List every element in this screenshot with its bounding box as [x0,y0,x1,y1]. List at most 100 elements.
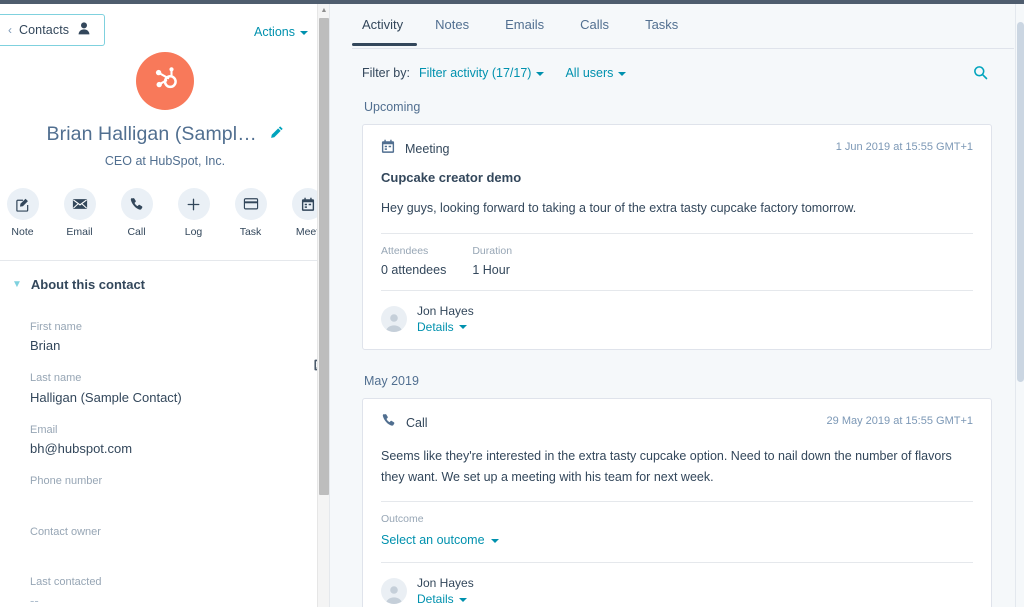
avatar [381,305,407,332]
note-pencil-icon [6,188,39,220]
property-last-contacted: Last contacted -- [30,575,306,607]
card-header: Meeting 1 Jun 2019 at 15:55 GMT+1 [381,139,973,159]
contact-name-row: Brian Halligan (Sample C… [0,123,329,146]
user-filter-label: All users [565,66,614,80]
meeting-meta-row: Attendees 0 attendees Duration 1 Hour [381,234,973,290]
tab-tasks[interactable]: Tasks [627,4,696,46]
property-last-name: Last name Halligan (Sample Contact) [30,371,306,406]
chevron-down-icon [458,325,467,330]
quick-action-label: Log [184,226,203,238]
about-this-contact-header[interactable]: ▼ About this contact [0,261,329,296]
contact-person-icon [78,22,90,38]
meeting-duration: Duration 1 Hour [472,245,512,277]
contact-properties-list: First name Brian Last name Halligan (Sam… [0,296,329,607]
call-activity-card[interactable]: Call 29 May 2019 at 15:55 GMT+1 Seems li… [362,398,992,607]
scroll-up-arrow-icon[interactable]: ▲ [318,4,329,16]
edit-pencil-icon[interactable] [270,125,284,144]
meta-value: 0 attendees [381,262,447,277]
tab-calls[interactable]: Calls [562,4,627,46]
tab-notes[interactable]: Notes [417,4,487,46]
actions-dropdown[interactable]: Actions [254,25,308,39]
tab-label: Activity [362,17,404,32]
sidebar-scrollbar-thumb[interactable] [319,18,329,495]
outcome-value: Select an outcome [381,533,485,548]
property-label: Last contacted [30,576,102,589]
tab-emails[interactable]: Emails [487,4,562,46]
activity-filter-dropdown[interactable]: Filter activity (17/17) [419,66,545,80]
avatar [381,578,407,605]
details-label: Details [417,592,454,607]
filter-by-label: Filter by: [362,66,410,80]
property-label: First name [30,321,82,333]
tab-activity[interactable]: Activity [352,4,418,46]
quick-action-task[interactable]: Task [229,188,273,238]
meeting-owner-row: Jon Hayes Details [381,291,973,349]
call-body: Seems like they're interested in the ext… [381,449,952,484]
chevron-down-icon [300,30,308,35]
property-label: Phone number [30,475,103,488]
back-to-contacts-button[interactable]: ‹ Contacts [0,14,106,46]
activity-filter-label: Filter activity (17/17) [418,66,532,80]
quick-action-note[interactable]: Note [1,188,45,238]
card-type-label: Meeting [405,142,450,156]
property-value[interactable]: Brian [30,337,306,355]
chevron-down-icon [536,71,545,76]
sidebar-scrollbar[interactable]: ▲ [317,4,329,607]
meta-label: Attendees [381,244,429,257]
crm-contact-record-app: ‹ Contacts Actions Brian Halligan (Sampl… [0,4,1024,607]
meeting-body: Hey guys, looking forward to taking a to… [381,201,857,215]
hubspot-sprocket-icon [149,63,181,100]
tab-label: Tasks [645,17,679,32]
property-label: Email [30,423,58,436]
activity-feed: Upcoming Meeting 1 Jun 2019 at 15:55 GMT… [330,90,1024,607]
property-contact-owner: Contact owner [30,525,306,559]
property-value[interactable] [30,492,306,509]
property-email: Email bh@hubspot.com [30,423,306,458]
phone-icon [381,413,396,433]
property-value[interactable]: -- [30,592,306,607]
property-label: Last name [30,372,82,385]
property-value[interactable]: Halligan (Sample Contact) [30,389,306,407]
activity-panel: Activity Notes Emails Calls Tasks Filter… [330,4,1024,607]
property-first-name: First name Brian [30,320,306,355]
contact-subtitle: CEO at HubSpot, Inc. [104,154,226,168]
contact-sidebar: ‹ Contacts Actions Brian Halligan (Sampl… [0,4,330,607]
back-button-label: Contacts [19,22,70,37]
meeting-activity-card[interactable]: Meeting 1 Jun 2019 at 15:55 GMT+1 Cupcak… [362,124,992,350]
property-value[interactable]: bh@hubspot.com [30,440,306,458]
plus-icon [177,188,210,220]
page-title: Brian Halligan (Sample C… [46,123,262,145]
call-owner-row: Jon Hayes Details [381,563,973,607]
outcome-dropdown[interactable]: Select an outcome [381,533,499,547]
avatar [136,52,194,110]
tab-label: Emails [505,17,545,32]
quick-action-log[interactable]: Log [172,188,216,238]
meta-label: Duration [472,244,513,257]
envelope-icon [63,188,96,220]
section-title-may-2019: May 2019 [364,374,419,388]
meeting-title: Cupcake creator demo [381,170,522,185]
call-details-toggle[interactable]: Details [417,591,474,607]
card-type-label: Call [406,416,428,430]
quick-action-label: Note [11,226,34,238]
quick-action-email[interactable]: Email [58,188,102,238]
outcome-label: Outcome [381,513,424,526]
property-phone-number: Phone number [30,474,306,508]
quick-action-call[interactable]: Call [115,188,159,238]
property-value[interactable] [30,542,306,559]
filter-bar: Filter by: Filter activity (17/17) All u… [330,49,1024,80]
activity-scrollbar[interactable] [1015,4,1024,607]
chevron-left-icon: ‹ [8,22,12,37]
meta-value: 1 Hour [472,262,510,277]
card-timestamp: 1 Jun 2019 at 15:55 GMT+1 [835,141,973,153]
chevron-down-icon [458,598,467,603]
search-icon[interactable] [969,61,992,89]
user-filter-dropdown[interactable]: All users [565,66,627,80]
tab-label: Notes [435,17,470,32]
card-timestamp: 29 May 2019 at 15:55 GMT+1 [826,415,973,427]
property-label: Contact owner [30,525,101,538]
actions-label: Actions [254,25,295,39]
activity-scrollbar-thumb[interactable] [1017,22,1024,382]
meeting-details-toggle[interactable]: Details [417,319,474,335]
quick-action-label: Task [239,226,262,238]
